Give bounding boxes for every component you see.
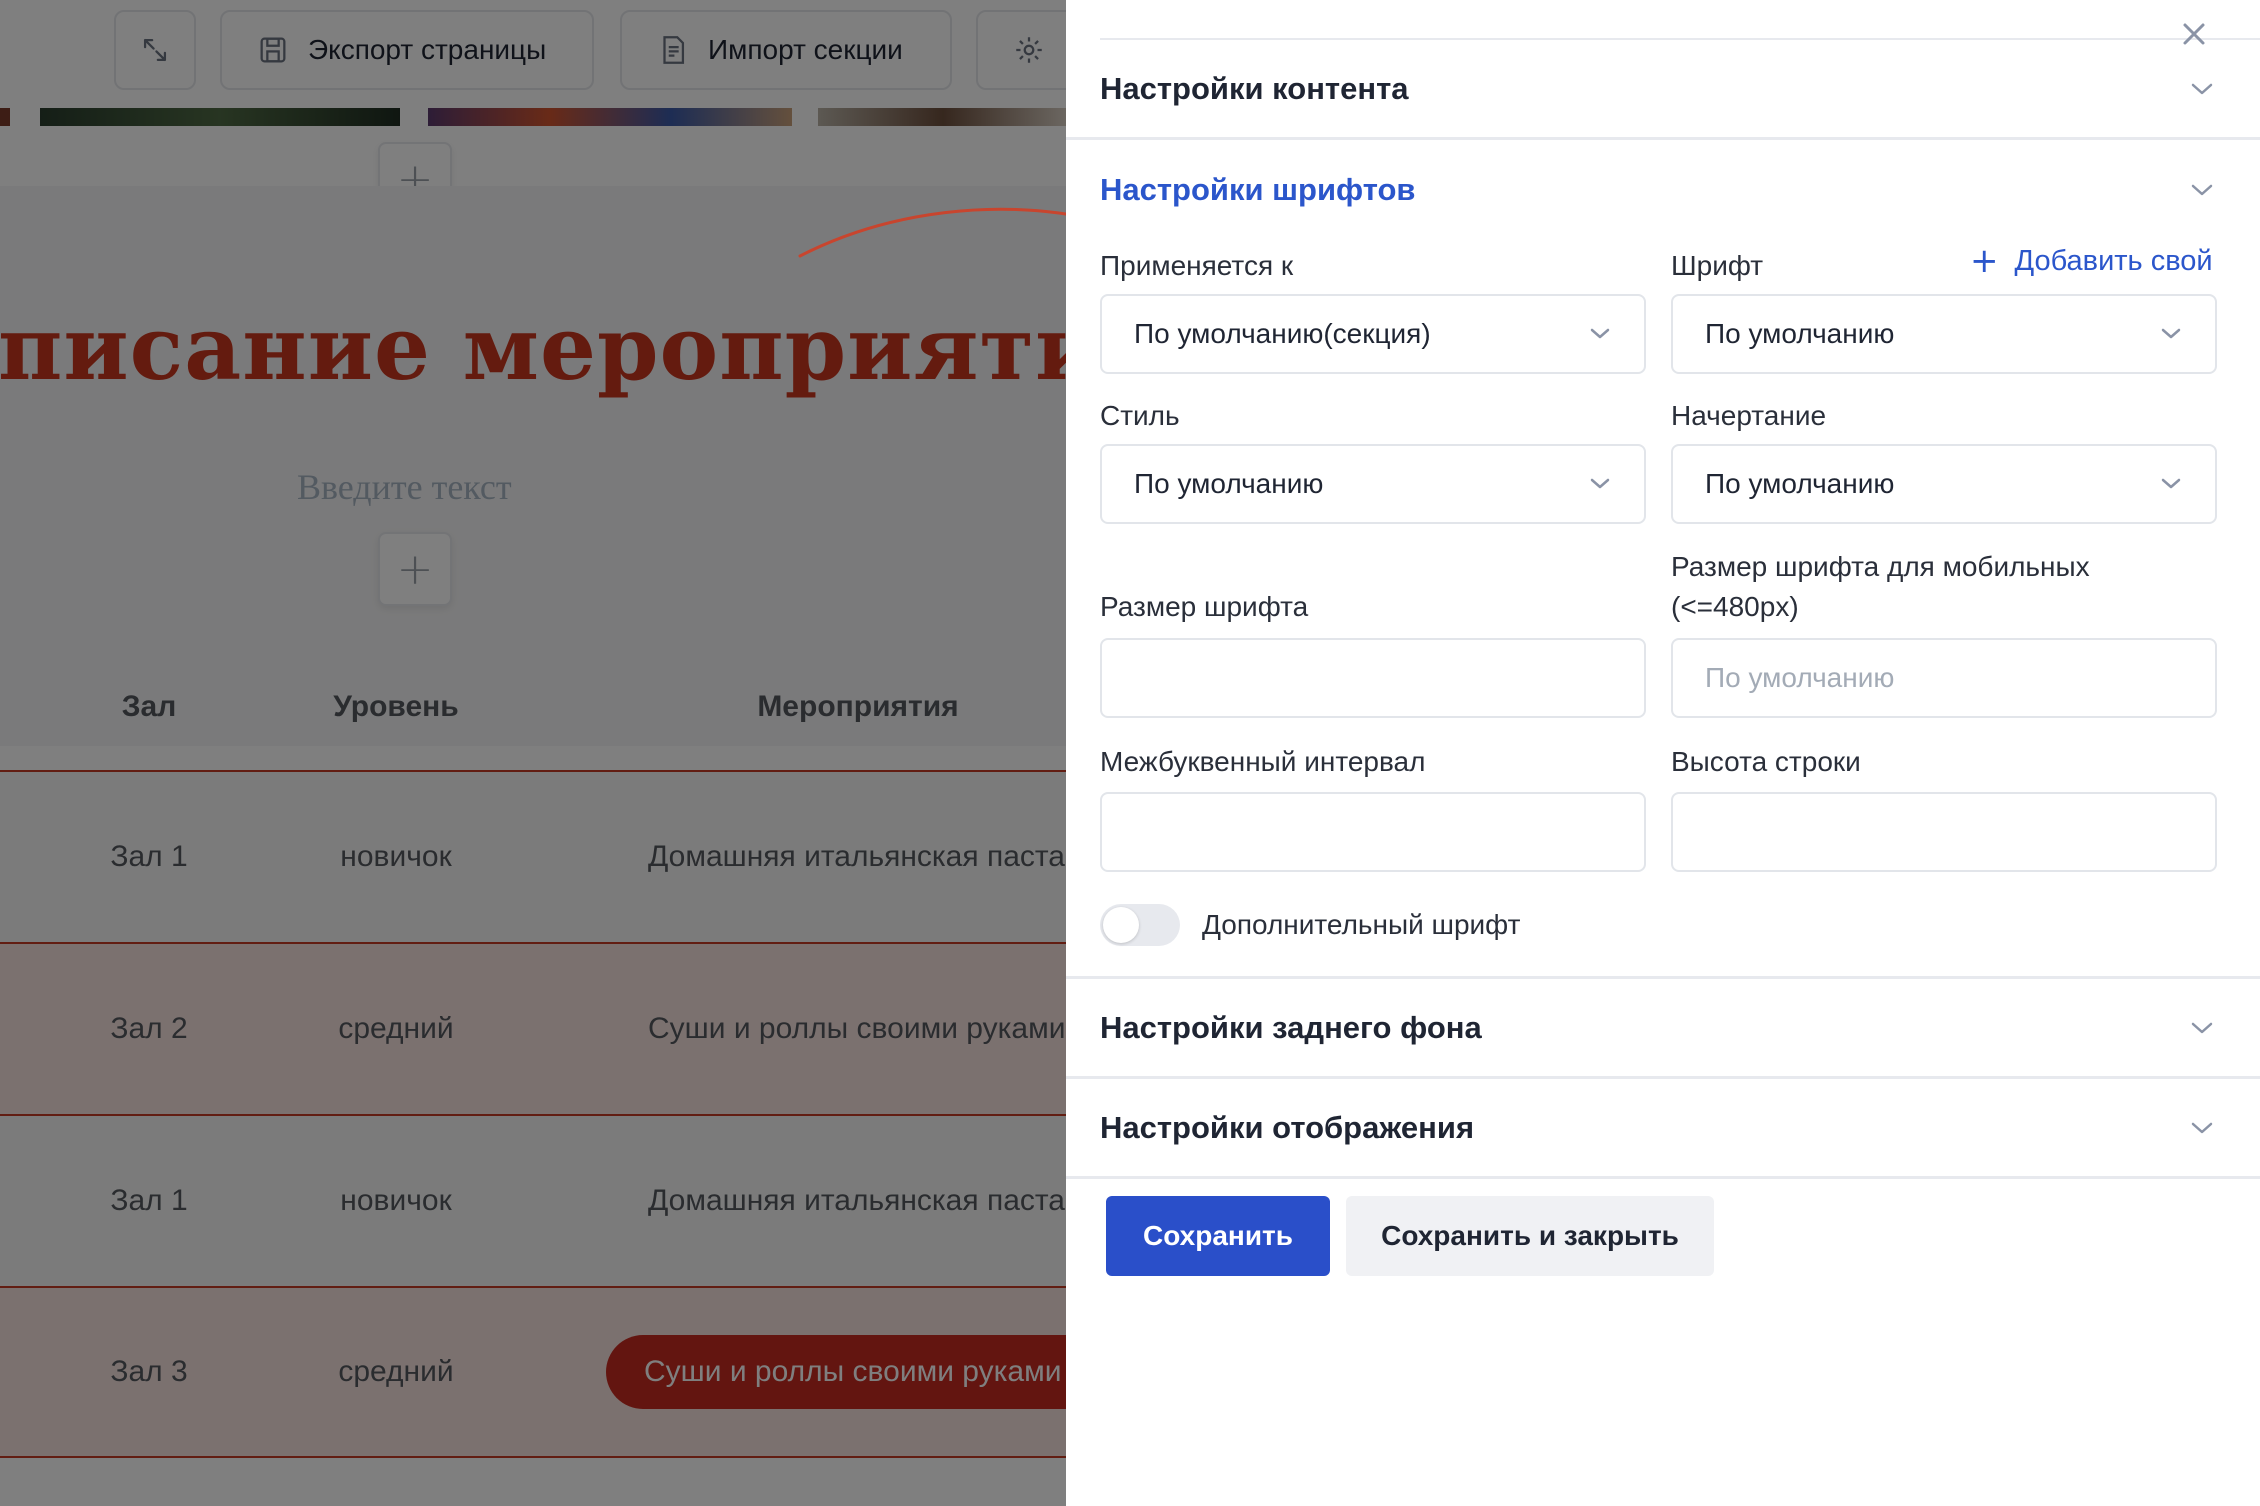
chevron-down-icon (1590, 478, 1610, 489)
style-select[interactable]: По умолчанию (1100, 444, 1646, 524)
chevron-down-icon (2191, 1022, 2213, 1033)
mobile-font-size-label-hint: (<=480px) (1671, 591, 1799, 622)
chevron-down-icon (2191, 1122, 2213, 1133)
annotation-arrow (798, 204, 1102, 258)
toggle-knob (1103, 907, 1139, 943)
weight-select[interactable]: По умолчанию (1671, 444, 2217, 524)
style-label: Стиль (1100, 400, 1180, 431)
section-title: Настройки шрифтов (1100, 172, 1416, 207)
section-background-settings[interactable]: Настройки заднего фона (1066, 979, 2260, 1079)
plus-icon: + (1970, 241, 1999, 281)
font-size-label: Размер шрифта (1100, 591, 1309, 622)
letter-spacing-input[interactable] (1100, 792, 1646, 872)
save-button[interactable]: Сохранить (1106, 1196, 1330, 1276)
chevron-down-icon (2191, 184, 2213, 196)
applies-to-select[interactable]: По умолчанию(секция) (1100, 294, 1646, 374)
font-select[interactable]: По умолчанию (1671, 294, 2217, 374)
style-value: По умолчанию (1134, 468, 1324, 499)
weight-value: По умолчанию (1705, 468, 1895, 499)
section-title: Настройки контента (1100, 70, 1409, 106)
save-and-close-button[interactable]: Сохранить и закрыть (1346, 1196, 1714, 1276)
add-own-font-button[interactable]: + Добавить свой (1970, 244, 2213, 278)
chevron-down-icon (1590, 328, 1610, 339)
section-title: Настройки заднего фона (1100, 1009, 1482, 1045)
font-label: Шрифт (1671, 250, 1764, 281)
line-height-label: Высота строки (1671, 746, 1861, 777)
applies-to-value: По умолчанию(секция) (1134, 318, 1431, 349)
font-size-input[interactable] (1100, 638, 1646, 718)
mobile-font-size-input[interactable]: По умолчанию (1671, 638, 2217, 718)
letter-spacing-label: Межбуквенный интервал (1100, 746, 1426, 777)
line-height-input[interactable] (1671, 792, 2217, 872)
font-value: По умолчанию (1705, 318, 1895, 349)
chevron-down-icon (2161, 478, 2181, 489)
applies-to-label: Применяется к (1100, 250, 1294, 281)
chevron-down-icon (2161, 328, 2181, 339)
section-content-settings[interactable]: Настройки контента (1066, 40, 2260, 140)
settings-panel: Настройки контента Настройки шрифтов При… (1066, 0, 2260, 1506)
chevron-down-icon (2191, 83, 2213, 94)
mobile-font-size-label: Размер шрифта для мобильных (1671, 551, 2090, 582)
add-own-font-label: Добавить свой (2014, 244, 2213, 277)
section-display-settings[interactable]: Настройки отображения (1066, 1079, 2260, 1179)
extra-font-toggle[interactable] (1100, 904, 1180, 946)
section-title: Настройки отображения (1100, 1109, 1475, 1145)
extra-font-label: Дополнительный шрифт (1202, 909, 1521, 940)
weight-label: Начертание (1671, 400, 1827, 431)
section-font-settings[interactable]: Настройки шрифтов (1066, 140, 2260, 240)
